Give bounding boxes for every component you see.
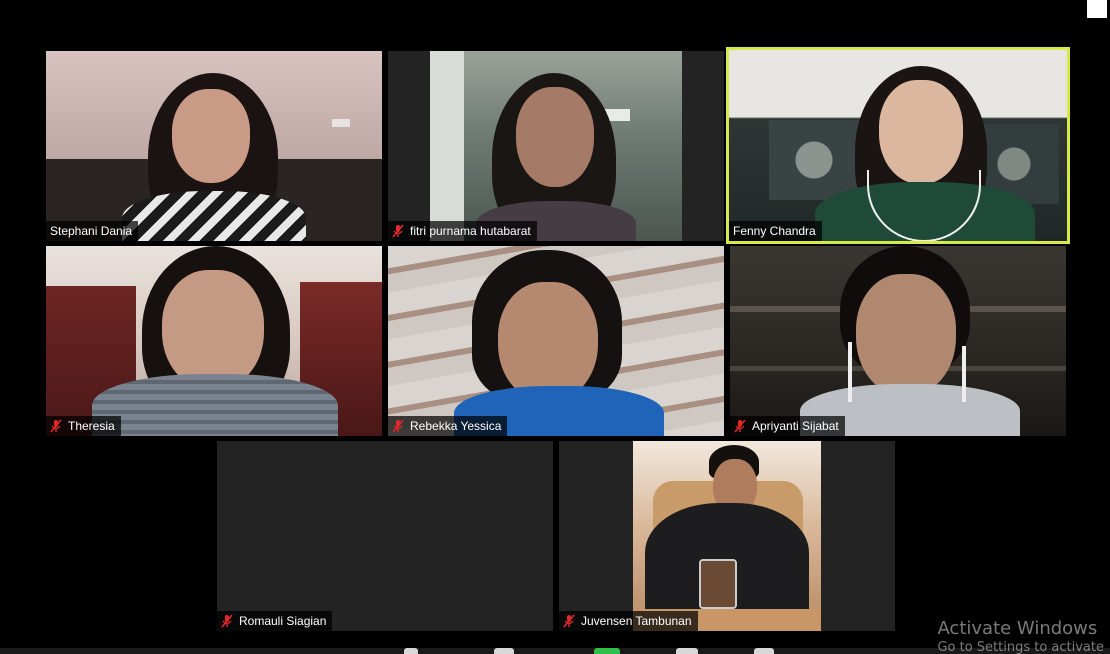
participant-name-label: Rebekka Yessica	[388, 416, 508, 436]
activate-windows-watermark: Activate Windows Go to Settings to activ…	[937, 618, 1104, 654]
participant-tile[interactable]: Romauli Siagian	[217, 441, 553, 631]
participant-name-label: Theresia	[46, 416, 121, 436]
muted-mic-icon	[734, 419, 746, 433]
muted-mic-icon	[563, 614, 575, 628]
participant-video	[430, 51, 682, 241]
view-toggle-icon[interactable]	[1087, 0, 1107, 18]
muted-mic-icon	[392, 419, 404, 433]
participant-name-label: Apriyanti Sijabat	[730, 416, 845, 436]
participants-icon[interactable]	[404, 648, 418, 654]
reactions-icon[interactable]	[754, 648, 774, 654]
participant-name-label: Romauli Siagian	[217, 611, 333, 631]
participant-tile[interactable]: Theresia	[46, 246, 382, 436]
watermark-subtitle: Go to Settings to activate	[937, 640, 1104, 654]
participant-tile[interactable]: Juvensen Tambunan	[559, 441, 895, 631]
watermark-title: Activate Windows	[937, 618, 1098, 639]
participant-video	[730, 246, 1066, 436]
participant-name-label: Fenny Chandra	[729, 221, 822, 241]
participant-tile[interactable]: Stephani Dania	[46, 51, 382, 241]
participant-tile[interactable]: fitri purnama hutabarat	[388, 51, 724, 241]
participant-tile[interactable]: Apriyanti Sijabat	[730, 246, 1066, 436]
muted-mic-icon	[221, 614, 233, 628]
record-icon[interactable]	[676, 648, 698, 654]
participant-name-label: Stephani Dania	[46, 221, 139, 241]
meeting-gallery-view: Stephani Dania fitri purnama hutabarat F…	[0, 0, 1110, 654]
participant-name-label: fitri purnama hutabarat	[388, 221, 537, 241]
muted-mic-icon	[50, 419, 62, 433]
participant-video	[633, 441, 821, 631]
participant-tile-active-speaker[interactable]: Fenny Chandra	[726, 47, 1070, 244]
participant-video	[46, 246, 382, 436]
participant-video	[729, 50, 1067, 241]
chat-icon[interactable]	[494, 648, 514, 654]
participant-video	[388, 246, 724, 436]
participant-tile[interactable]: Rebekka Yessica	[388, 246, 724, 436]
participant-name-label: Juvensen Tambunan	[559, 611, 698, 631]
muted-mic-icon	[392, 224, 404, 238]
share-screen-icon[interactable]	[594, 648, 620, 654]
participant-video	[46, 51, 382, 241]
